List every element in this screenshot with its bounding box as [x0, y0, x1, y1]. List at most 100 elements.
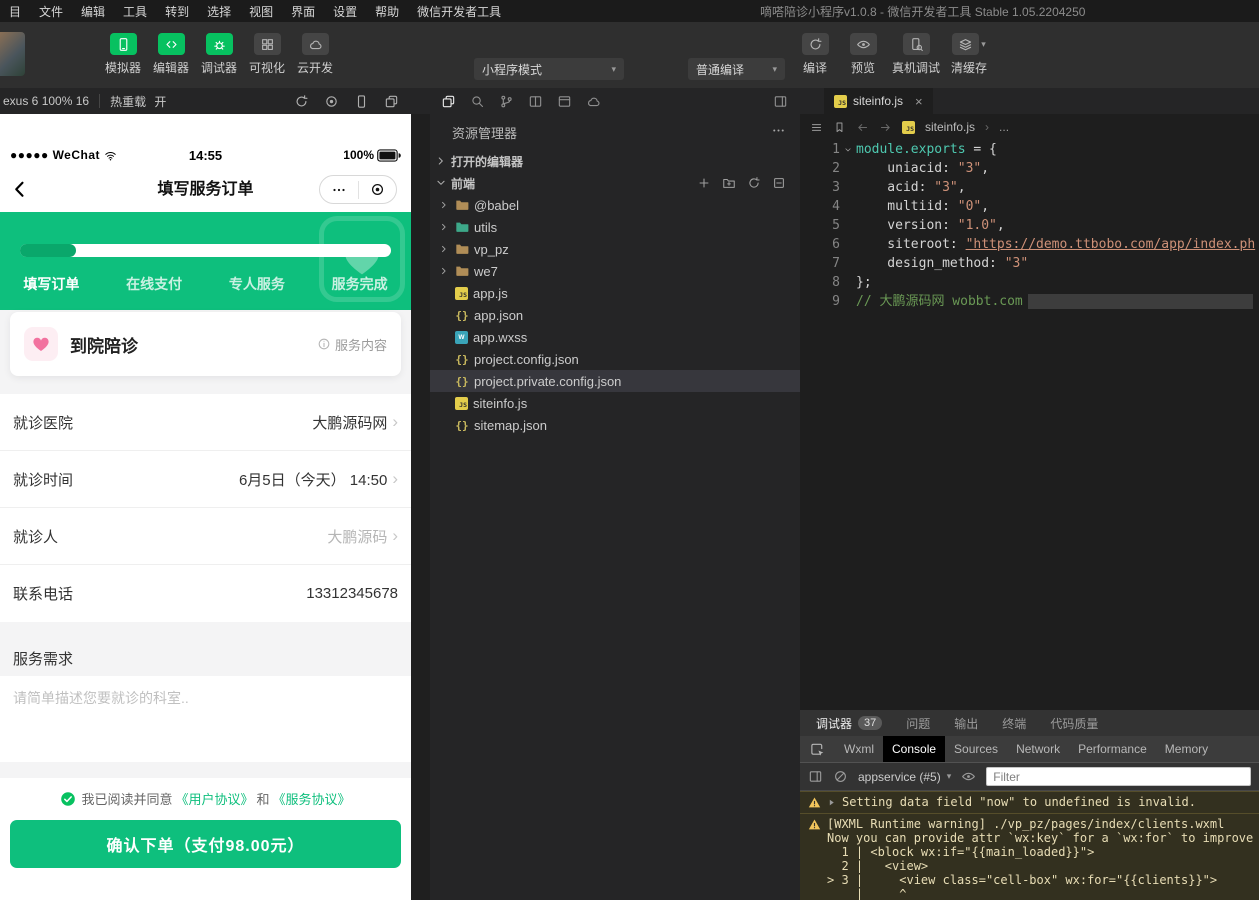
files-icon[interactable] [441, 94, 456, 109]
layout-icon[interactable] [528, 94, 543, 109]
compile-select[interactable]: 普通编译 ▾ [688, 58, 785, 80]
arrow-left-icon[interactable] [856, 121, 869, 134]
context-select[interactable]: appservice (#5) ▾ [858, 770, 951, 784]
editor-button[interactable]: 编辑器 [147, 33, 195, 76]
tree-file-app-js[interactable]: JSapp.js [430, 282, 800, 304]
form-row[interactable]: 就诊时间6月5日（今天） 14:50› [0, 451, 411, 508]
chevron-down-icon[interactable] [843, 145, 853, 155]
eye-icon[interactable] [961, 769, 976, 784]
close-icon[interactable]: × [915, 94, 923, 109]
window-icon[interactable] [557, 94, 572, 109]
service-content-link[interactable]: 服务内容 [317, 335, 387, 354]
real-device-button[interactable]: 真机调试 [887, 33, 945, 76]
devtools-tab-performance[interactable]: Performance [1069, 736, 1156, 762]
user-avatar[interactable] [0, 32, 25, 76]
code-line[interactable]: 7 design_method: "3" [800, 254, 1259, 273]
tree-file-app-wxss[interactable]: Wapp.wxss [430, 326, 800, 348]
git-branch-icon[interactable] [499, 94, 514, 109]
debugger-tab[interactable]: 调试器37 [816, 715, 882, 732]
capsule-more-icon[interactable] [320, 182, 358, 198]
bookmark-icon[interactable] [833, 121, 846, 134]
menu-item[interactable]: 帮助 [366, 0, 408, 22]
debugger-tab[interactable]: 代码质量 [1050, 715, 1098, 732]
preview-button[interactable]: 预览 [839, 33, 887, 76]
code-line[interactable]: 6 siteroot: "https://demo.ttbobo.com/app… [800, 235, 1259, 254]
code-line[interactable]: 1module.exports = { [800, 140, 1259, 159]
form-row[interactable]: 就诊医院大鹏源码网› [0, 394, 411, 451]
new-file-icon[interactable] [697, 176, 711, 190]
refresh-icon[interactable] [747, 176, 761, 190]
simulator-button[interactable]: 模拟器 [99, 33, 147, 76]
tree-file-project-config-json[interactable]: {}project.config.json [430, 348, 800, 370]
refresh-icon[interactable] [294, 94, 309, 109]
device-select[interactable]: exus 6 100% 16 [3, 94, 89, 108]
submit-order-button[interactable]: 确认下单（支付98.00元） [10, 820, 401, 868]
debugger-button[interactable]: 调试器 [195, 33, 243, 76]
visual-button[interactable]: 可视化 [243, 33, 291, 76]
menu-item[interactable]: 微信开发者工具 [408, 0, 510, 22]
outline-icon[interactable] [810, 121, 823, 134]
inspect-icon[interactable] [810, 742, 825, 757]
form-row[interactable]: 联系电话13312345678 [0, 565, 411, 622]
menu-item[interactable]: 工具 [114, 0, 156, 22]
cloud-button[interactable]: 云开发 [291, 33, 339, 76]
tree-file-siteinfo-js[interactable]: JSsiteinfo.js [430, 392, 800, 414]
cloud-icon[interactable] [586, 94, 601, 109]
tab-siteinfo-js[interactable]: JS siteinfo.js × [824, 88, 933, 114]
tree-folder--babel[interactable]: @babel [430, 194, 800, 216]
devtools-tab-sources[interactable]: Sources [945, 736, 1007, 762]
menu-item[interactable]: 目 [0, 0, 30, 22]
tree-folder-we7[interactable]: we7 [430, 260, 800, 282]
code-line[interactable]: 2 uniacid: "3", [800, 159, 1259, 178]
collapse-sidebar-icon[interactable] [773, 94, 788, 109]
code-line[interactable]: 8}; [800, 273, 1259, 292]
menu-item[interactable]: 界面 [282, 0, 324, 22]
menu-item[interactable]: 文件 [30, 0, 72, 22]
service-agreement-link[interactable]: 《服务协议》 [273, 789, 351, 808]
console-warning-message[interactable]: Setting data field "now" to undefined is… [800, 791, 1259, 814]
code-line[interactable]: 5 version: "1.0", [800, 216, 1259, 235]
demand-textarea[interactable] [0, 676, 411, 762]
tree-file-app-json[interactable]: {}app.json [430, 304, 800, 326]
compile-button[interactable]: 编译 [791, 33, 839, 76]
tree-file-sitemap-json[interactable]: {}sitemap.json [430, 414, 800, 436]
record-icon[interactable] [324, 94, 339, 109]
capsule-target-icon[interactable] [359, 181, 397, 198]
breadcrumb-file[interactable]: siteinfo.js [925, 120, 975, 134]
code-line[interactable]: 3 acid: "3", [800, 178, 1259, 197]
menu-item[interactable]: 转到 [156, 0, 198, 22]
debugger-tab[interactable]: 输出 [954, 715, 978, 732]
devtools-tab-memory[interactable]: Memory [1156, 736, 1217, 762]
section-root-folder[interactable]: 前端 [430, 172, 800, 194]
menu-item[interactable]: 视图 [240, 0, 282, 22]
devtools-tab-wxml[interactable]: Wxml [835, 736, 883, 762]
search-icon[interactable] [470, 94, 485, 109]
more-actions-button[interactable] [771, 123, 786, 141]
clear-cache-button[interactable]: ▾清缓存 [945, 33, 993, 76]
console-filter-input[interactable] [986, 767, 1251, 786]
dock-icon[interactable] [808, 769, 823, 784]
menu-item[interactable]: 编辑 [72, 0, 114, 22]
check-circle-icon[interactable] [60, 791, 76, 807]
tree-folder-vp-pz[interactable]: vp_pz [430, 238, 800, 260]
section-open-editors[interactable]: 打开的编辑器 [430, 150, 800, 172]
phone-icon[interactable] [354, 94, 369, 109]
tree-file-project-private-config-json[interactable]: {}project.private.config.json [430, 370, 800, 392]
debugger-tab[interactable]: 问题 [906, 715, 930, 732]
breadcrumb-more[interactable]: ... [999, 120, 1009, 134]
console-warning-message[interactable]: [WXML Runtime warning] ./vp_pz/pages/ind… [800, 814, 1259, 900]
devtools-tab-console[interactable]: Console [883, 736, 945, 762]
screenshot-icon[interactable] [384, 94, 399, 109]
hot-reload-toggle[interactable]: 热重载 开 [110, 93, 166, 110]
new-folder-icon[interactable] [722, 176, 736, 190]
user-agreement-link[interactable]: 《用户协议》 [175, 789, 253, 808]
collapse-all-icon[interactable] [772, 176, 786, 190]
menu-item[interactable]: 选择 [198, 0, 240, 22]
form-row[interactable]: 就诊人大鹏源码› [0, 508, 411, 565]
devtools-tab-network[interactable]: Network [1007, 736, 1069, 762]
menu-item[interactable]: 设置 [324, 0, 366, 22]
clear-console-icon[interactable] [833, 769, 848, 784]
arrow-right-icon[interactable] [879, 121, 892, 134]
mode-select[interactable]: 小程序模式 ▾ [474, 58, 624, 80]
debugger-tab[interactable]: 终端 [1002, 715, 1026, 732]
